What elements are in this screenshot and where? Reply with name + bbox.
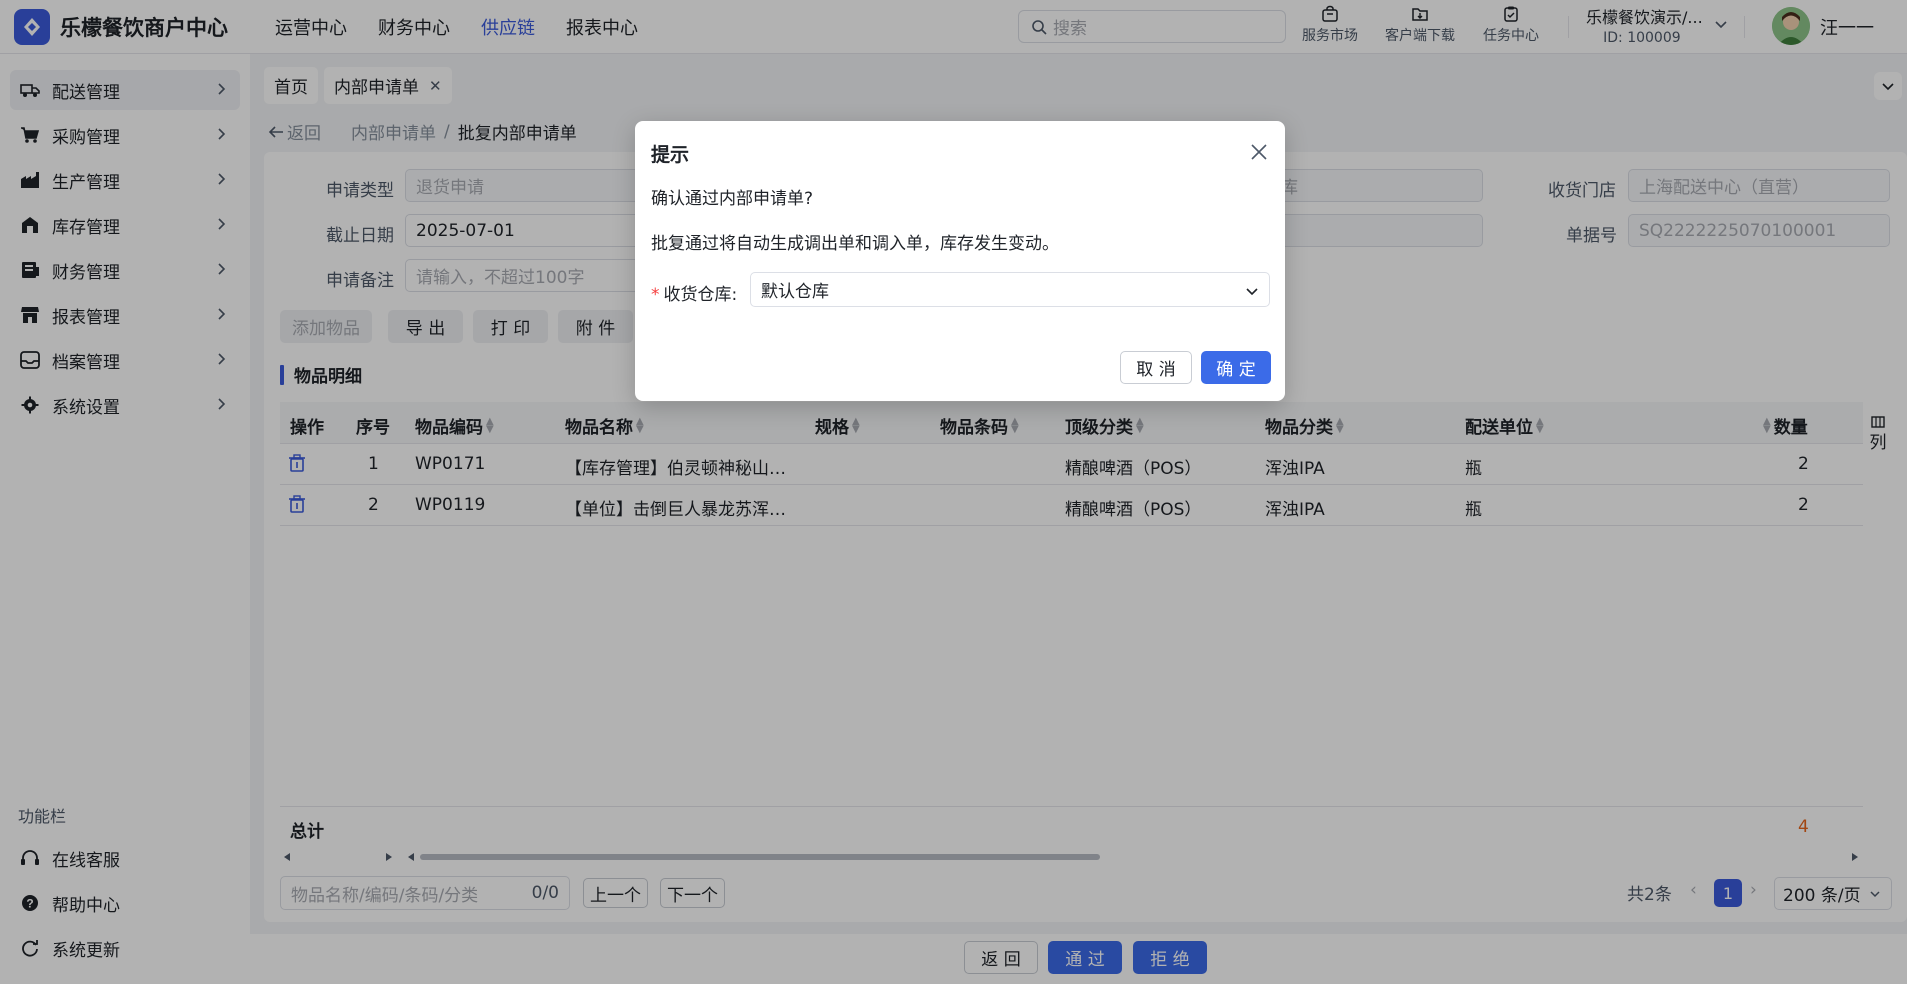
dialog-question: 确认通过内部申请单?	[651, 189, 814, 209]
dialog-note: 批复通过将自动生成调出单和调入单，库存发生变动。	[651, 234, 1059, 254]
dialog-confirm-button[interactable]: 确 定	[1201, 351, 1271, 384]
confirm-dialog: 提示 确认通过内部申请单? 批复通过将自动生成调出单和调入单，库存发生变动。 *…	[635, 121, 1285, 401]
dialog-field-label: * 收货仓库:	[651, 285, 738, 305]
dialog-title: 提示	[651, 144, 690, 166]
receive-warehouse-select[interactable]: 默认仓库	[750, 272, 1270, 307]
chevron-down-icon	[1246, 288, 1258, 296]
dialog-cancel-button[interactable]: 取 消	[1120, 351, 1192, 384]
close-icon[interactable]	[1250, 143, 1268, 161]
